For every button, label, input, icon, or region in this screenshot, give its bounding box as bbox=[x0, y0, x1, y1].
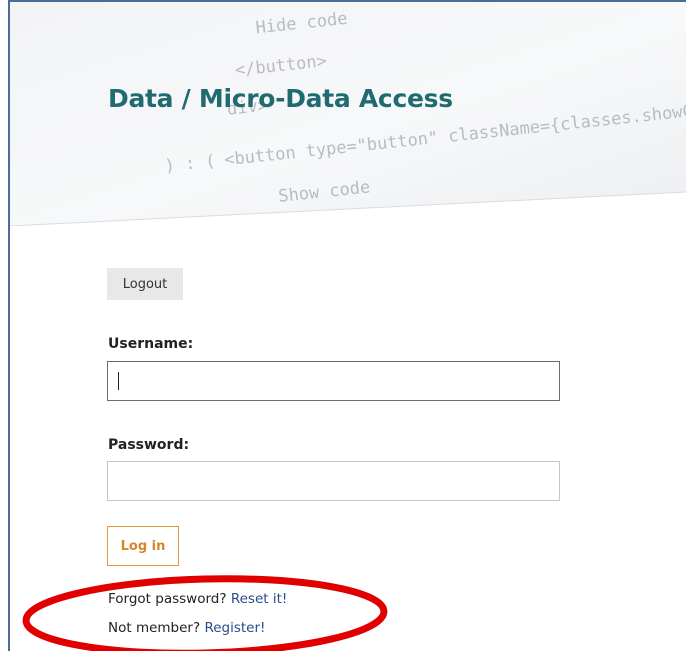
username-label: Username: bbox=[108, 336, 194, 352]
page-title: Data / Micro-Data Access bbox=[108, 84, 453, 113]
password-label: Password: bbox=[108, 437, 190, 453]
forgot-password-line: Forgot password? Reset it! bbox=[108, 591, 287, 607]
login-button[interactable]: Log in bbox=[107, 526, 179, 566]
register-line: Not member? Register! bbox=[108, 620, 265, 636]
reset-password-link[interactable]: Reset it! bbox=[231, 591, 287, 607]
password-input[interactable] bbox=[107, 461, 560, 501]
banner-background: Hide code </button> div> ) : ( <button t… bbox=[10, 2, 686, 226]
logout-button[interactable]: Logout bbox=[107, 268, 183, 300]
register-link[interactable]: Register! bbox=[204, 620, 265, 636]
username-input[interactable] bbox=[107, 361, 560, 401]
frame-left-border bbox=[8, 0, 10, 651]
forgot-password-text: Forgot password? bbox=[108, 591, 227, 607]
text-caret bbox=[118, 372, 119, 390]
frame-top-border bbox=[8, 0, 686, 2]
not-member-text: Not member? bbox=[108, 620, 201, 636]
header-banner: Hide code </button> div> ) : ( <button t… bbox=[10, 2, 686, 226]
page-frame: Hide code </button> div> ) : ( <button t… bbox=[0, 0, 686, 651]
